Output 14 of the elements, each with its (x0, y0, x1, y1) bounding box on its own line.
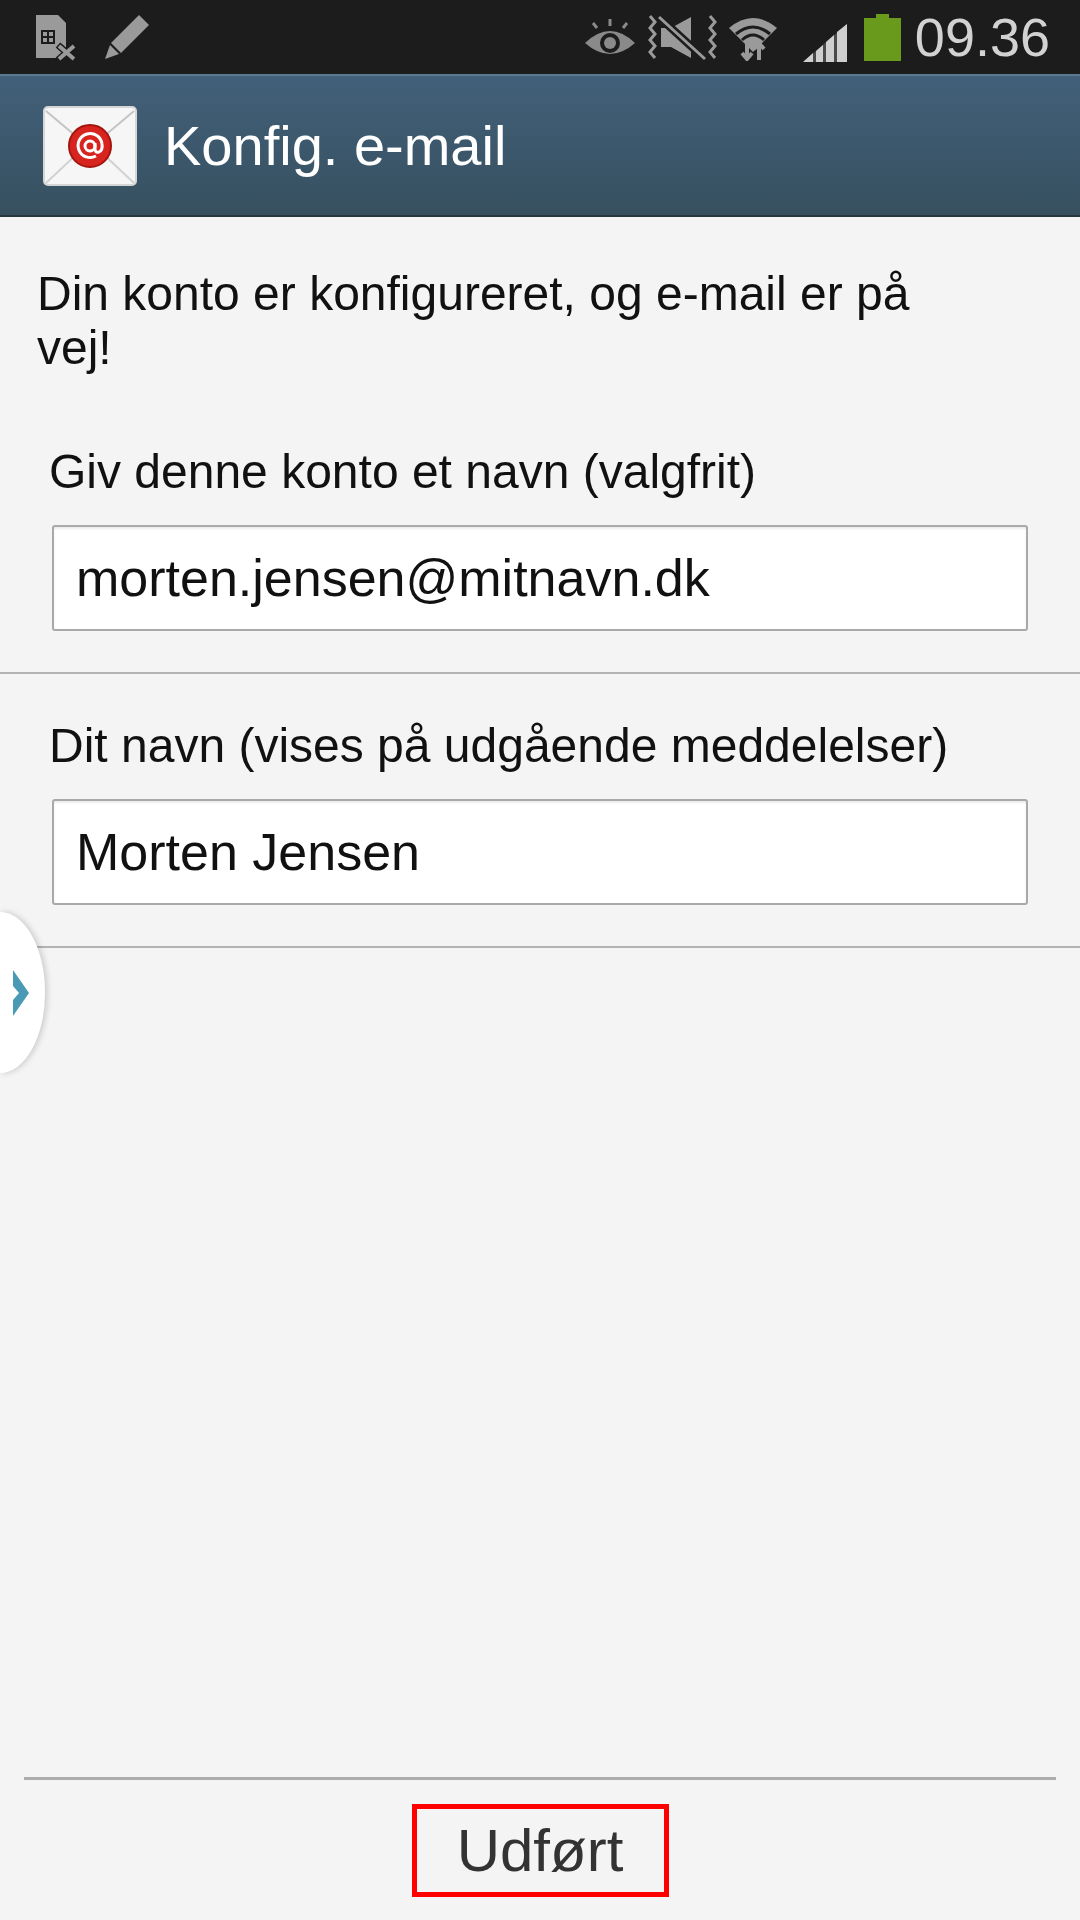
sim-card-icon (33, 13, 77, 61)
chevron-right-icon (13, 969, 29, 1016)
status-message: Din konto er konfigureret, og e-mail er på vej! (37, 267, 911, 375)
field-label: Dit navn (vises på udgående meddelelser) (49, 719, 950, 773)
text-field[interactable]: Morten Jensen (52, 799, 1028, 905)
field-label: Giv denne konto et navn (valgfrit) (49, 445, 758, 499)
clock: 09.36 (914, 7, 1050, 67)
done-button[interactable]: Udført (411, 1804, 669, 1897)
pencil-icon (103, 13, 151, 61)
battery-icon (863, 13, 901, 61)
email-app-icon[interactable] (43, 105, 137, 186)
text-field[interactable]: morten.jensen@mitnavn.dk (52, 525, 1028, 631)
app-title: Konfig. e-mail (164, 113, 507, 178)
mute-icon (646, 13, 718, 61)
